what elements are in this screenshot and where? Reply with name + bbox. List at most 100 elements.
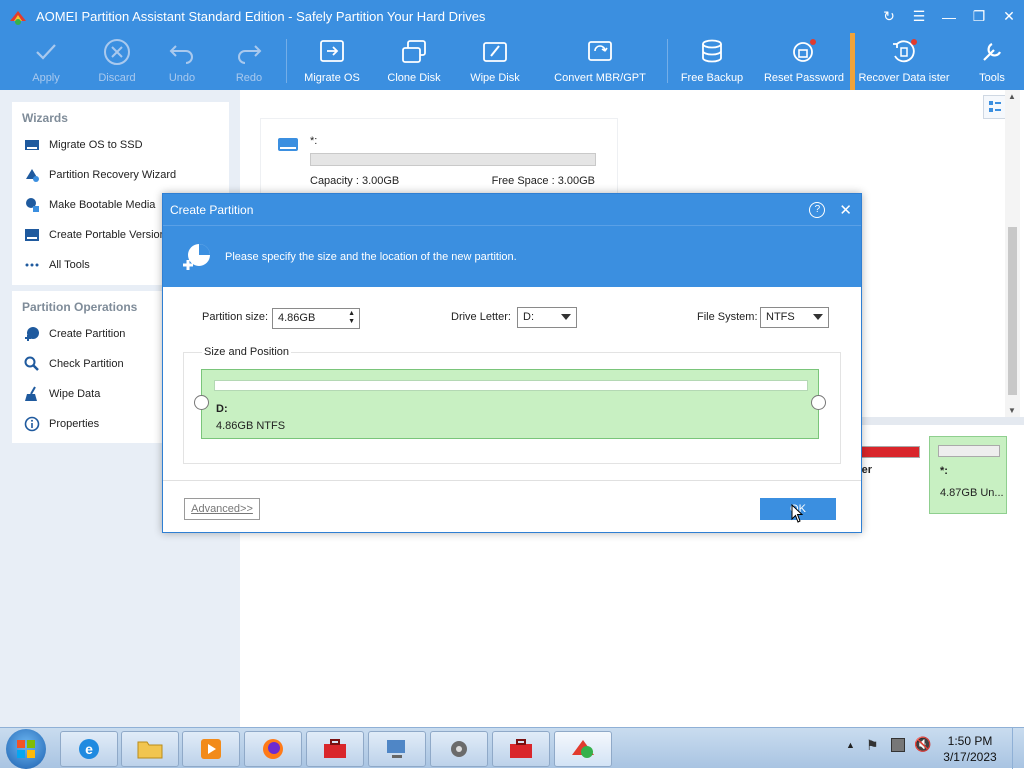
title-bar: AOMEI Partition Assistant Standard Editi…: [0, 0, 1024, 33]
taskbar-aomei-active[interactable]: [554, 731, 612, 767]
password-icon: [789, 37, 819, 67]
gear-icon: [451, 741, 467, 757]
dialog-title: Create Partition: [170, 202, 254, 217]
tray-app-icon[interactable]: [891, 738, 905, 752]
toolbox-icon: [324, 739, 346, 758]
spin-down-icon[interactable]: ▼: [348, 318, 355, 325]
size-position-label: Size and Position: [202, 346, 291, 358]
free-backup-button[interactable]: Free Backup: [680, 33, 744, 90]
taskbar-app-toolbox-2[interactable]: [492, 731, 550, 767]
convert-icon: [585, 37, 615, 67]
advanced-button[interactable]: Advanced>>: [184, 498, 260, 520]
taskbar-media-player[interactable]: [182, 731, 240, 767]
recover-icon: [889, 37, 919, 67]
mouse-cursor-icon: [791, 504, 804, 523]
drive-letter-select[interactable]: D:: [517, 307, 577, 328]
flag-icon[interactable]: ⚑: [866, 737, 879, 754]
spin-up-icon[interactable]: ▲: [348, 310, 355, 317]
scroll-up-icon[interactable]: ▲: [1008, 92, 1016, 101]
reset-password-button[interactable]: Reset Password: [762, 33, 846, 90]
chevron-down-icon: [813, 314, 823, 320]
maximize-button[interactable]: ❐: [964, 0, 994, 33]
convert-mbr-gpt-button[interactable]: Convert MBR/GPT: [552, 33, 648, 90]
wizard-migrate-os-to-ssd[interactable]: Migrate OS to SSD: [12, 130, 229, 160]
windows-logo-icon: [17, 740, 35, 758]
migrate-os-icon: [317, 37, 347, 67]
recovery-icon: [24, 167, 40, 183]
vertical-scrollbar[interactable]: ▲ ▼: [1005, 90, 1020, 417]
taskbar-firefox[interactable]: [244, 731, 302, 767]
taskbar-explorer[interactable]: [121, 731, 179, 767]
discard-button[interactable]: Discard: [97, 33, 137, 90]
disk-usage-bar: [310, 153, 596, 166]
disk-card[interactable]: *: Capacity : 3.00GB Free Space : 3.00GB: [260, 118, 618, 194]
taskbar: e ▲ ⚑ 🔇 1:50 PM 3/17/2023: [0, 727, 1024, 769]
info-icon: [24, 416, 40, 432]
dialog-close-icon[interactable]: ✕: [839, 201, 852, 219]
scroll-down-icon[interactable]: ▼: [1008, 406, 1016, 415]
wizard-partition-recovery[interactable]: Partition Recovery Wizard: [12, 160, 229, 190]
unallocated-block[interactable]: *: 4.87GB Un...: [929, 436, 1007, 514]
disk-free-space: Free Space : 3.00GB: [491, 175, 595, 187]
taskbar-settings-app[interactable]: [430, 731, 488, 767]
unalloc-name: *:: [940, 465, 948, 477]
partition-wizard-icon: [183, 243, 210, 270]
used-bar: [858, 446, 920, 458]
file-system-select[interactable]: NTFS: [760, 307, 829, 328]
file-system-label: File System:: [697, 311, 758, 323]
undo-button[interactable]: Undo: [162, 33, 202, 90]
clone-disk-button[interactable]: Clone Disk: [384, 33, 444, 90]
show-desktop-button[interactable]: [1012, 728, 1024, 769]
toolbox-icon: [510, 739, 532, 758]
disk-capacity: Capacity : 3.00GB: [310, 175, 400, 187]
tray-expand-icon[interactable]: ▲: [846, 740, 855, 750]
partition-size-label: Partition size:: [202, 311, 269, 323]
banner-text: Please specify the size and the location…: [225, 250, 517, 263]
wizards-heading: Wizards: [22, 111, 68, 125]
app-logo-icon: [10, 10, 26, 25]
internet-explorer-icon: e: [79, 739, 99, 759]
start-button[interactable]: [6, 729, 46, 769]
disk-name: *:: [310, 135, 318, 147]
scroll-thumb[interactable]: [1008, 227, 1017, 395]
unalloc-size: 4.87GB Un...: [940, 487, 1004, 499]
redo-button[interactable]: Redo: [229, 33, 269, 90]
dialog-separator: [163, 480, 861, 481]
view-switch-icon[interactable]: [983, 95, 1007, 119]
taskbar-app-toolbox[interactable]: [306, 731, 364, 767]
partition-size-bar[interactable]: D: 4.86GB NTFS: [201, 369, 819, 439]
media-player-icon: [201, 739, 221, 759]
migrate-os-button[interactable]: Migrate OS: [302, 33, 362, 90]
checkmark-icon: [31, 37, 61, 67]
tools-button[interactable]: Tools: [972, 33, 1012, 90]
chevron-down-icon: [561, 314, 571, 320]
aomei-icon: [572, 740, 594, 758]
refresh-icon[interactable]: ↻: [874, 0, 904, 33]
close-button[interactable]: ✕: [994, 0, 1024, 33]
speaker-muted-icon[interactable]: 🔇: [914, 736, 931, 753]
recover-data-button[interactable]: Recover Data ister: [856, 33, 952, 90]
right-resize-handle[interactable]: [811, 395, 826, 410]
firefox-icon: [263, 739, 283, 759]
menu-icon[interactable]: ☰: [904, 0, 934, 33]
taskbar-network-app[interactable]: [368, 731, 426, 767]
dots-icon: [24, 257, 40, 273]
redo-icon: [234, 37, 264, 67]
system-clock[interactable]: 1:50 PM 3/17/2023: [940, 733, 1000, 765]
left-resize-handle[interactable]: [194, 395, 209, 410]
minimize-button[interactable]: —: [934, 0, 964, 33]
bootable-media-icon: [24, 197, 40, 213]
clone-disk-icon: [399, 37, 429, 67]
partition-letter: D:: [216, 403, 228, 415]
partition-size-spinner[interactable]: 4.86GB ▲ ▼: [272, 308, 360, 329]
backup-icon: [697, 37, 727, 67]
wipe-disk-button[interactable]: Wipe Disk: [465, 33, 525, 90]
partition-usage-bar: [214, 380, 808, 391]
dialog-banner: Please specify the size and the location…: [163, 225, 861, 287]
apply-button[interactable]: Apply: [26, 33, 66, 90]
highlight-bar: [850, 33, 855, 90]
taskbar-ie[interactable]: e: [60, 731, 118, 767]
dialog-title-bar: Create Partition ? ✕: [163, 194, 861, 225]
window-title: AOMEI Partition Assistant Standard Editi…: [36, 9, 486, 24]
help-icon[interactable]: ?: [809, 201, 826, 218]
